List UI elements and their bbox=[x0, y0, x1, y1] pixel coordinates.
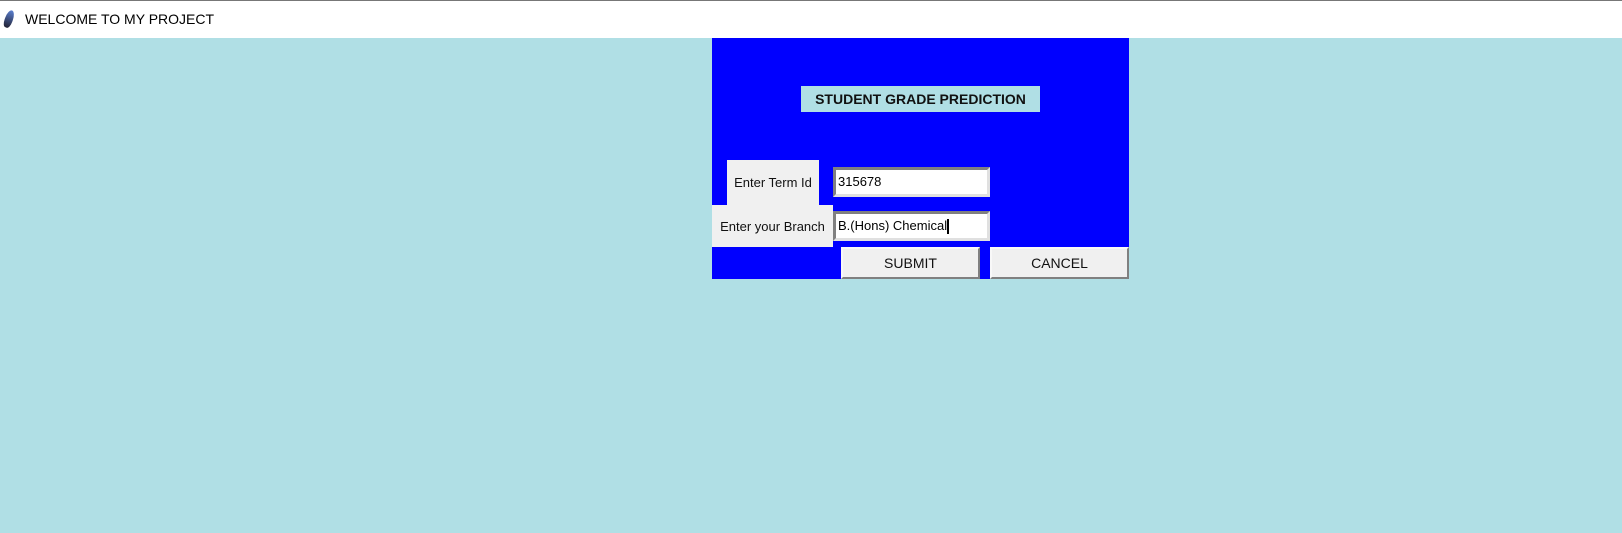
cancel-button[interactable]: CANCEL bbox=[990, 247, 1129, 279]
text-cursor bbox=[947, 219, 950, 235]
branch-input[interactable]: B.(Hons) Chemical bbox=[833, 211, 990, 241]
window-title: WELCOME TO MY PROJECT bbox=[25, 11, 215, 27]
term-id-label: Enter Term Id bbox=[727, 160, 819, 205]
term-id-value: 315678 bbox=[838, 174, 882, 189]
title-bar: WELCOME TO MY PROJECT bbox=[0, 0, 1622, 38]
branch-label: Enter your Branch bbox=[712, 205, 833, 247]
form-panel: STUDENT GRADE PREDICTION Enter Term Id 3… bbox=[712, 38, 1129, 279]
page-title: STUDENT GRADE PREDICTION bbox=[801, 86, 1040, 112]
term-id-input[interactable]: 315678 bbox=[833, 167, 990, 197]
submit-button[interactable]: SUBMIT bbox=[841, 247, 980, 279]
feather-icon bbox=[2, 9, 16, 29]
branch-value: B.(Hons) Chemical bbox=[838, 218, 948, 233]
